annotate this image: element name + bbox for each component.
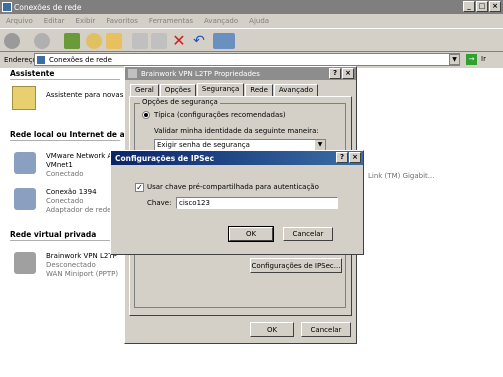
- section-assistente: Assistente: [10, 69, 55, 78]
- properties-tabs: Geral Opções Segurança Rede Avançado: [130, 83, 319, 96]
- vpn-status: Desconectado: [46, 261, 96, 269]
- validate-label: Validar minha identidade da seguinte man…: [154, 127, 319, 135]
- vpn-connection-icon: [128, 69, 137, 78]
- delete-icon[interactable]: ✕: [171, 33, 187, 49]
- menu-ferramentas[interactable]: Ferramentas: [149, 17, 193, 25]
- menu-bar: Arquivo Editar Exibir Favoritos Ferramen…: [0, 14, 503, 28]
- go-button[interactable]: Ir: [481, 55, 486, 63]
- back-icon[interactable]: [4, 33, 20, 49]
- close-button[interactable]: ×: [349, 152, 361, 163]
- folders-icon[interactable]: [106, 33, 122, 49]
- section-divider: [10, 240, 120, 241]
- up-folder-icon[interactable]: [64, 33, 80, 49]
- chevron-down-icon[interactable]: ▼: [315, 140, 325, 150]
- menu-ajuda[interactable]: Ajuda: [249, 17, 269, 25]
- network-connection-icon[interactable]: [14, 188, 36, 210]
- wizard-label[interactable]: Assistente para novas co: [46, 91, 134, 100]
- key-input[interactable]: cisco123: [176, 197, 338, 209]
- views-icon[interactable]: [213, 33, 235, 49]
- validate-select-value: Exigir senha de segurança: [157, 141, 250, 149]
- window-title: Conexões de rede: [14, 2, 82, 12]
- vpn-adapter: WAN Miniport (PPTP): [46, 270, 119, 278]
- menu-avancado[interactable]: Avançado: [204, 17, 238, 25]
- menu-editar[interactable]: Editar: [44, 17, 65, 25]
- tab-geral[interactable]: Geral: [130, 84, 159, 96]
- ipsec-cancel-button[interactable]: Cancelar: [283, 227, 333, 241]
- tab-seguranca[interactable]: Segurança: [196, 83, 245, 96]
- preshared-key-label: Usar chave pré-compartilhada para autent…: [147, 183, 319, 191]
- security-group-label: Opções de segurança: [140, 98, 220, 106]
- gigabit-item-fragment[interactable]: Link (TM) Gigabit...: [368, 172, 434, 181]
- network-folder-icon: [2, 2, 12, 12]
- tab-avancado[interactable]: Avançado: [273, 84, 318, 96]
- section-divider: [10, 79, 120, 80]
- typical-label: Típica (configurações recomendadas): [154, 111, 286, 119]
- close-button[interactable]: ×: [489, 1, 501, 12]
- ipsec-dialog: Configurações de IPSec ? × ✓ Usar chave …: [110, 150, 364, 255]
- key-label: Chave:: [147, 199, 172, 207]
- properties-titlebar: Brainwork VPN L2TP Propriedades ? ×: [125, 67, 356, 80]
- properties-title: Brainwork VPN L2TP Propriedades: [141, 69, 260, 78]
- vpn-connection-icon[interactable]: [14, 252, 36, 274]
- menu-favoritos[interactable]: Favoritos: [106, 17, 138, 25]
- move-to-icon[interactable]: [132, 33, 148, 49]
- tab-opcoes[interactable]: Opções: [159, 84, 196, 96]
- preshared-key-checkbox[interactable]: ✓: [135, 183, 144, 192]
- ipsec-titlebar: Configurações de IPSec ? ×: [111, 151, 363, 165]
- help-button[interactable]: ?: [329, 68, 341, 79]
- ipsec-ok-button[interactable]: OK: [228, 226, 274, 242]
- address-input[interactable]: Conexões de rede: [34, 53, 460, 66]
- network-connection-icon[interactable]: [14, 152, 36, 174]
- close-button[interactable]: ×: [342, 68, 354, 79]
- chevron-down-icon[interactable]: ▼: [449, 54, 460, 65]
- section-divider: [10, 140, 120, 141]
- menu-exibir[interactable]: Exibir: [76, 17, 96, 25]
- wizard-icon[interactable]: [12, 86, 36, 110]
- vpn-name: Brainwork VPN L2TP: [46, 252, 117, 260]
- typical-radio[interactable]: [142, 111, 150, 119]
- maximize-button[interactable]: □: [476, 1, 488, 12]
- undo-icon[interactable]: ↶: [191, 33, 207, 49]
- cancel-button[interactable]: Cancelar: [301, 322, 351, 337]
- search-icon[interactable]: [86, 33, 102, 49]
- ok-button[interactable]: OK: [250, 322, 294, 337]
- ipsec-title: Configurações de IPSec: [115, 153, 215, 163]
- menu-arquivo[interactable]: Arquivo: [6, 17, 33, 25]
- network-folder-icon: [37, 56, 45, 64]
- copy-to-icon[interactable]: [151, 33, 167, 49]
- minimize-button[interactable]: _: [463, 1, 475, 12]
- window-titlebar: Conexões de rede _ □ ×: [0, 0, 503, 14]
- forward-icon[interactable]: [34, 33, 50, 49]
- help-button[interactable]: ?: [336, 152, 348, 163]
- go-arrow-icon[interactable]: →: [466, 54, 477, 65]
- address-value: Conexões de rede: [49, 55, 112, 64]
- toolbar: ✕ ↶: [0, 28, 503, 52]
- address-label: Endereço: [4, 56, 37, 64]
- tab-rede[interactable]: Rede: [245, 84, 273, 96]
- section-vpn: Rede virtual privada: [10, 230, 97, 239]
- ipsec-settings-button[interactable]: Configurações de IPSec...: [250, 258, 342, 273]
- vpn-item[interactable]: Brainwork VPN L2TP Desconectado WAN Mini…: [46, 252, 118, 279]
